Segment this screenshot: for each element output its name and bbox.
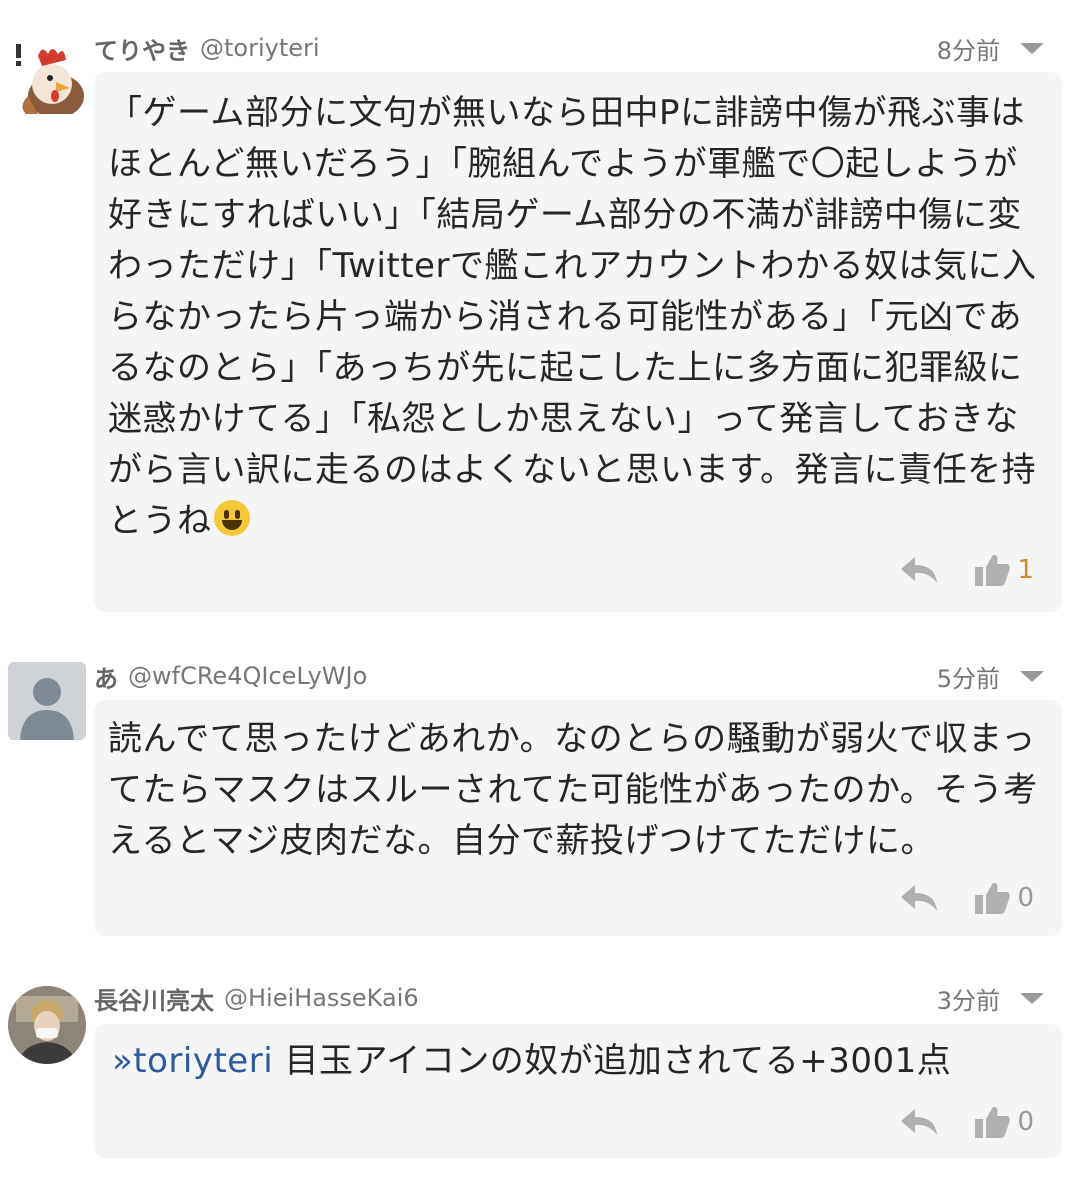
like-count: 1 bbox=[1017, 555, 1034, 585]
author-name[interactable]: あ bbox=[94, 659, 118, 694]
author-name[interactable]: てりやき bbox=[94, 31, 190, 66]
author-handle[interactable]: @wfCRe4QIceLyWJo bbox=[128, 662, 367, 690]
comment-actions: 0 bbox=[899, 878, 1034, 918]
grinning-face-emoji bbox=[213, 500, 250, 536]
like-button[interactable]: 0 bbox=[973, 1104, 1034, 1140]
comment-text: 読んでて思ったけどあれか。なのとらの騒動が弱火で収まってたらマスクはスルーされて… bbox=[108, 714, 1044, 867]
like-button[interactable]: 1 bbox=[973, 552, 1034, 588]
comment-body: 目玉アイコンの奴が追加されてる+3001点 bbox=[273, 1041, 952, 1081]
comment-meta: あ @wfCRe4QIceLyWJo 5分前 bbox=[94, 656, 1050, 696]
comment-bubble: 「ゲーム部分に文句が無いなら田中Pに誹謗中傷が飛ぶ事はほとんど無いだろう」「腕組… bbox=[94, 72, 1062, 612]
reply-icon[interactable] bbox=[899, 881, 939, 915]
like-button[interactable]: 0 bbox=[973, 880, 1034, 916]
author-name[interactable]: 長谷川亮太 bbox=[94, 981, 214, 1016]
comment-meta: 長谷川亮太 @HieiHasseKai6 3分前 bbox=[94, 978, 1050, 1018]
reply-icon[interactable] bbox=[899, 1105, 939, 1139]
comment-text: »toriyteri 目玉アイコンの奴が追加されてる+3001点 bbox=[112, 1036, 1044, 1087]
chevron-down-icon[interactable] bbox=[1020, 42, 1044, 54]
comment-body: 読んでて思ったけどあれか。なのとらの騒動が弱火で収まってたらマスクはスルーされて… bbox=[108, 719, 1038, 861]
comment-text: 「ゲーム部分に文句が無いなら田中Pに誹謗中傷が飛ぶ事はほとんど無いだろう」「腕組… bbox=[108, 88, 1044, 547]
like-count: 0 bbox=[1017, 883, 1034, 913]
chevron-down-icon[interactable] bbox=[1020, 670, 1044, 682]
comment-actions: 0 bbox=[899, 1102, 1034, 1142]
comment-meta: てりやき @toriyteri 8分前 bbox=[94, 28, 1050, 68]
photo-avatar[interactable] bbox=[8, 986, 86, 1064]
timestamp: 3分前 bbox=[936, 986, 1000, 1015]
reply-icon[interactable] bbox=[899, 553, 939, 587]
author-handle[interactable]: @HieiHasseKai6 bbox=[224, 984, 419, 1012]
comment-actions: 1 bbox=[899, 550, 1034, 590]
default-user-avatar[interactable] bbox=[8, 662, 86, 740]
timestamp: 5分前 bbox=[936, 664, 1000, 693]
timestamp: 8分前 bbox=[936, 36, 1000, 65]
thumbs-up-icon bbox=[973, 880, 1011, 916]
thumbs-up-icon bbox=[973, 552, 1011, 588]
comment-body: 「ゲーム部分に文句が無いなら田中Pに誹謗中傷が飛ぶ事はほとんど無いだろう」「腕組… bbox=[108, 93, 1037, 541]
chevron-down-icon[interactable] bbox=[1020, 992, 1044, 1004]
chicken-avatar[interactable] bbox=[8, 36, 86, 114]
thumbs-up-icon bbox=[973, 1104, 1011, 1140]
comment-bubble: 読んでて思ったけどあれか。なのとらの騒動が弱火で収まってたらマスクはスルーされて… bbox=[94, 700, 1062, 936]
comment-bubble: »toriyteri 目玉アイコンの奴が追加されてる+3001点 0 bbox=[94, 1024, 1062, 1158]
reply-mention-link[interactable]: »toriyteri bbox=[112, 1041, 273, 1081]
author-handle[interactable]: @toriyteri bbox=[200, 34, 320, 62]
like-count: 0 bbox=[1017, 1107, 1034, 1137]
